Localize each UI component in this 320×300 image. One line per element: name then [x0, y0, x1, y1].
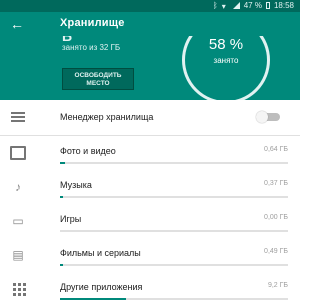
list-item-music[interactable]: ♪ Музыка 0,37 ГБ — [0, 170, 300, 204]
battery-icon — [265, 2, 270, 9]
wifi-signal-icon: ▾ — [221, 2, 226, 11]
list-item-label: Музыка — [60, 180, 92, 190]
status-time: 18:58 — [273, 1, 294, 10]
usage-bar — [60, 162, 288, 164]
usage-bar-fill — [60, 196, 63, 198]
list-item-other-apps[interactable]: Другие приложения 9,2 ГБ — [0, 272, 300, 300]
storage-manager-toggle[interactable] — [256, 111, 280, 123]
usage-percent-label: занято — [213, 56, 239, 65]
storage-summary: Б занято из 32 ГБ ОСВОБОДИТЬ МЕСТО 58 % … — [0, 36, 300, 100]
usage-bar — [60, 230, 288, 232]
list-item-games[interactable]: ▭ Игры 0,00 ГБ — [0, 204, 300, 238]
usage-percent: 58 % — [208, 36, 244, 53]
storage-manager-row[interactable]: Менеджер хранилища — [0, 100, 300, 136]
arrow-back-icon[interactable]: ← — [10, 15, 24, 33]
list-item-size: 0,00 ГБ — [264, 214, 288, 221]
list-item-photos[interactable]: Фото и видео 0,64 ГБ — [0, 136, 300, 170]
film-icon: ▤ — [12, 248, 24, 262]
list-item-movies[interactable]: ▤ Фильмы и сериалы 0,49 ГБ — [0, 238, 300, 272]
usage-bar — [60, 196, 288, 198]
list-item-size: 0,64 ГБ — [264, 146, 288, 153]
list-item-label: Игры — [60, 214, 82, 224]
list-item-label: Другие приложения — [60, 282, 143, 292]
free-up-space-button[interactable]: ОСВОБОДИТЬ МЕСТО — [62, 68, 134, 90]
app-bar: ← Хранилище — [0, 12, 300, 36]
list-item-size: 9,2 ГБ — [267, 282, 288, 289]
used-text: занято из 32 ГБ — [62, 43, 121, 52]
list-item-size: 0,49 ГБ — [264, 248, 288, 255]
battery-percent: 47 % — [243, 1, 262, 10]
cell-signal-icon — [232, 2, 240, 9]
page-title: Хранилище — [60, 17, 125, 29]
music-note-icon: ♪ — [15, 180, 21, 194]
list-item-label: Фильмы и сериалы — [60, 248, 141, 258]
gamepad-icon: ▭ — [12, 214, 24, 228]
usage-bar-fill — [60, 162, 65, 164]
storage-manager-label: Менеджер хранилища — [60, 112, 154, 122]
apps-icon — [10, 282, 26, 296]
usage-bar — [60, 264, 288, 266]
photo-icon — [10, 146, 26, 160]
list-item-size: 0,37 ГБ — [264, 180, 288, 187]
bluetooth-icon: ᛒ — [212, 0, 218, 10]
status-bar: ᛒ ▾ 47 % 18:58 — [0, 0, 300, 12]
storage-manager-icon — [10, 110, 26, 124]
usage-bar-fill — [60, 264, 64, 266]
toggle-knob — [256, 111, 268, 123]
list-item-label: Фото и видео — [60, 146, 116, 156]
